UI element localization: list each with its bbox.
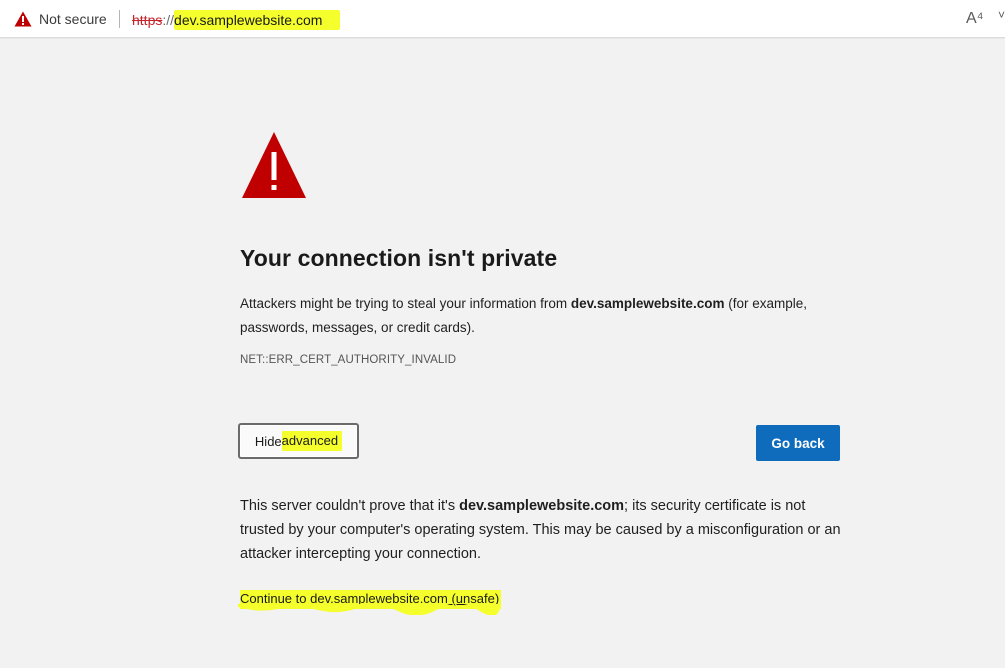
description-host: dev.samplewebsite.com (570, 296, 725, 311)
go-back-button[interactable]: Go back (756, 425, 840, 461)
details-prefix: This server couldn't prove that it's (240, 498, 460, 514)
page-title: Your connection isn't private (240, 245, 558, 271)
error-page-content: Your connection isn't private Attackers … (238, 130, 845, 615)
hide-advanced-button[interactable]: Hide advanced (238, 423, 359, 459)
error-code: NET::ERR_CERT_AUTHORITY_INVALID (240, 354, 457, 366)
description-prefix: Attackers might be trying to steal your … (240, 296, 571, 311)
highlight-squiggle (238, 603, 500, 615)
chevron-down-icon[interactable]: ˅ (998, 8, 1005, 22)
hide-advanced-highlight: advanced (281, 431, 343, 451)
warning-triangle-icon[interactable] (14, 11, 32, 27)
security-status-label[interactable]: Not secure (39, 11, 107, 27)
read-aloud-icon[interactable]: A⁴ (966, 10, 984, 28)
advanced-details: This server couldn't prove that it's dev… (240, 494, 845, 566)
url-host: dev.samplewebsite.com (174, 10, 341, 30)
error-description: Attackers might be trying to steal your … (240, 292, 840, 340)
url-scheme: https (132, 12, 163, 28)
warning-triangle-icon (242, 132, 306, 198)
address-divider (119, 10, 120, 28)
hide-advanced-prefix: Hide (254, 433, 282, 449)
url-field[interactable]: https://dev.samplewebsite.com (132, 10, 341, 30)
address-bar[interactable]: Not secure https://dev.samplewebsite.com… (0, 0, 1005, 38)
url-separator: :// (162, 12, 175, 28)
details-host: dev.samplewebsite.com (459, 498, 625, 514)
